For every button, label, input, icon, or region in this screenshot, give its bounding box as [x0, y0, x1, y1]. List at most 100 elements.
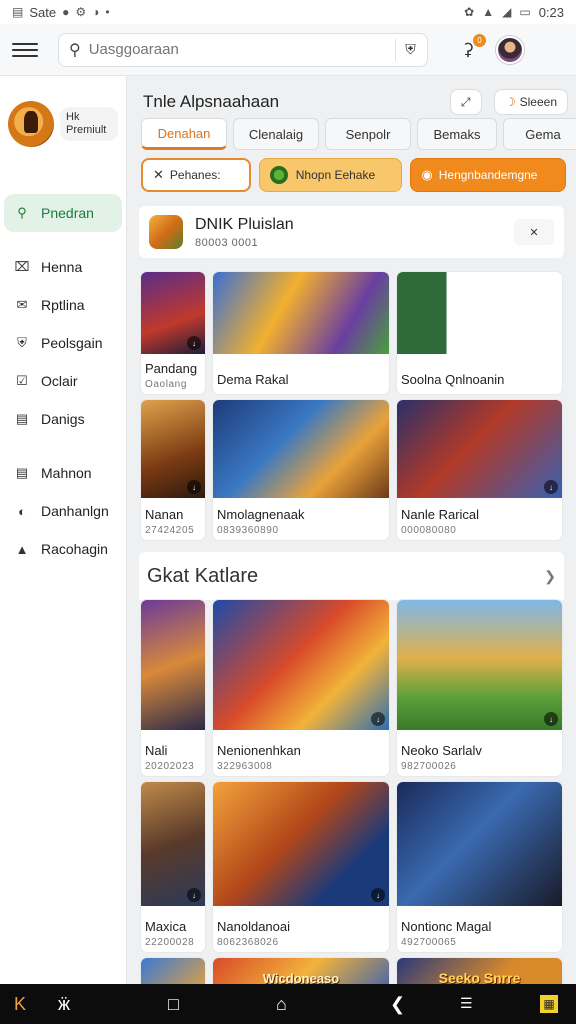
expand-button[interactable]: ⤢ [449, 89, 482, 115]
tab-bemaks[interactable]: Bemaks [417, 118, 497, 150]
keyboard-icon[interactable]: ▦ [540, 995, 558, 1013]
game-subtitle: 8062368026 [217, 937, 279, 948]
game-artwork [397, 782, 562, 906]
notification-badge: 0 [473, 33, 486, 47]
sidebar-item-oclair[interactable]: ☑ Oclair [0, 362, 126, 400]
sidebar-item-mahnon[interactable]: ▤ Mahnon [0, 454, 126, 492]
tab-label: Senpolr [345, 126, 391, 142]
profile-block[interactable]: Hk Premiult [8, 96, 118, 152]
notification-bell-icon[interactable]: ⚳ 0 [456, 33, 486, 62]
game-subtitle: 0839360890 [217, 525, 279, 536]
tab-senpolr[interactable]: Senpolr [325, 118, 411, 150]
launcher-icon[interactable]: K [14, 994, 26, 1015]
download-icon: ↓ [187, 888, 201, 902]
close-button[interactable]: ✕ [514, 219, 554, 245]
home-icon[interactable]: ⌂ [276, 994, 287, 1015]
sidebar-item-label: Peolsgain [41, 335, 103, 351]
game-title: Maxica [145, 919, 187, 934]
chip-nhopn-eehake[interactable]: Nhopn Eehake [258, 158, 403, 192]
user-avatar[interactable] [496, 35, 524, 64]
game-artwork: Seeko Snrre [397, 958, 562, 984]
game-card[interactable]: Dema Rakal [213, 272, 389, 394]
tray-icon[interactable]: ☰ [460, 995, 473, 1012]
game-card[interactable]: Nmolagnenaak 0839360890 [213, 400, 389, 540]
download-icon: ↓ [187, 480, 201, 494]
status-time: 0:23 [538, 4, 564, 20]
sidebar-item-pnedran[interactable]: ⚲ Pnedran [4, 194, 122, 232]
featured-app-banner[interactable]: DNIK Pluislan 80003 0001 ✕ [139, 206, 564, 258]
game-card[interactable]: ↓ Maxica 22200028 [141, 782, 205, 952]
shield-icon[interactable]: ⛨ [395, 38, 417, 61]
game-card[interactable]: ↓ Nenionenhkan 322963008 [213, 600, 389, 776]
sidebar-item-henna[interactable]: ⌧ Henna [0, 248, 126, 286]
recents-icon[interactable]: □ [168, 994, 179, 1015]
game-card[interactable]: ↓ Nanan 27424205 [141, 400, 205, 540]
featured-app-subtitle: 80003 0001 [195, 236, 259, 249]
tab-label: Clenalaig [248, 126, 304, 142]
section-header: Gkat Katlare ❯ [139, 552, 564, 600]
game-subtitle: 27424205 [145, 525, 195, 536]
category-tabs: Denahan Clenalaig Senpolr Bemaks Gema [141, 118, 576, 152]
sidebar-item-danhanlgn[interactable]: ◐ Danhanlgn [0, 492, 126, 530]
game-artwork: ↓ [141, 272, 205, 354]
game-artwork: ↓ [213, 600, 389, 730]
game-card[interactable]: ↓ Pandang Oaolang [141, 272, 205, 394]
dot-icon: • [105, 5, 110, 19]
tab-clenalaig[interactable]: Clenalaig [233, 118, 319, 150]
sidebar-item-label: Henna [41, 259, 83, 275]
download-icon: ↓ [544, 480, 558, 494]
assistant-icon[interactable]: ӝ [58, 994, 70, 1015]
download-icon: ↓ [371, 888, 385, 902]
game-card[interactable]: Wicdoneaso [213, 958, 389, 984]
search-input[interactable] [88, 41, 395, 58]
game-artwork: ↓ [397, 400, 562, 498]
tab-label: Bemaks [433, 126, 481, 142]
chip-label: Nhopn Eehake [295, 168, 376, 182]
game-card[interactable] [141, 958, 205, 984]
game-card[interactable]: Nali 20202023 [141, 600, 205, 776]
game-subtitle: 22200028 [145, 937, 195, 948]
game-artwork [213, 272, 389, 354]
chevron-down-icon[interactable]: ❯ [544, 568, 556, 585]
sidebar-item-label: Oclair [41, 373, 78, 389]
sleep-button-label: Sleeen [519, 95, 557, 109]
game-card[interactable]: ↓ Nanoldanoai 8062368026 [213, 782, 389, 952]
profile-avatar [8, 101, 54, 147]
game-title: Nanan [145, 507, 184, 522]
settings-icon: ⚙ [75, 5, 87, 19]
tab-denahan[interactable]: Denahan [141, 118, 227, 150]
battery-icon: ▭ [519, 5, 531, 19]
game-card[interactable]: Nontionc Magal 492700065 [397, 782, 562, 952]
sidebar-item-danigs[interactable]: ▤ Danigs [0, 400, 126, 438]
filter-chips: ✕ Pehanes: Nhopn Eehake ◉ Hengnbandemgne [141, 158, 566, 194]
back-icon[interactable]: ❮ [390, 994, 405, 1015]
game-artwork [213, 400, 389, 498]
game-card[interactable]: Soolna Qnlnoanin [397, 272, 562, 394]
game-title: Nenionenhkan [217, 743, 301, 758]
game-subtitle: 000080080 [401, 525, 457, 536]
game-card[interactable]: ↓ Nanle Rarical 000080080 [397, 400, 562, 540]
game-artwork [397, 272, 562, 354]
chip-pehanes[interactable]: ✕ Pehanes: [141, 158, 251, 192]
sidebar-item-rptlina[interactable]: ✉ Rptlina [0, 286, 126, 324]
sidebar-item-peolsgain[interactable]: ⛨ Peolsgain [0, 324, 126, 362]
game-card[interactable]: ↓ Neoko Sarlalv 982700026 [397, 600, 562, 776]
tab-label: Gema [525, 126, 561, 142]
sleep-button[interactable]: ☽ Sleeen [493, 89, 568, 115]
tab-gema[interactable]: Gema [503, 118, 576, 150]
menu-icon[interactable] [12, 37, 38, 63]
game-artwork: Wicdoneaso [213, 958, 389, 984]
game-title: Nanle Rarical [401, 507, 480, 522]
notification-icon: ▤ [12, 5, 24, 19]
sidebar-item-label: Rptlina [41, 297, 85, 313]
banner-text: Wicdoneaso [262, 970, 340, 985]
search-box[interactable]: ⚲ ⛨ [58, 32, 428, 67]
chip-hengnbandemgne[interactable]: ◉ Hengnbandemgne [410, 158, 566, 192]
globe-icon: ◐ [18, 503, 26, 519]
sidebar-item-label: Danigs [41, 411, 85, 427]
sidebar-nav: ⚲ Pnedran ⌧ Henna ✉ Rptlina ⛨ Peolsgain … [0, 194, 126, 568]
game-card[interactable]: Seeko Snrre [397, 958, 562, 984]
sidebar-item-racohagin[interactable]: ▲ Racohagin [0, 530, 126, 568]
system-nav-bar: K ӝ □ ⌂ ❮ ☰ ▦ [0, 984, 576, 1024]
app-icon [149, 215, 183, 249]
